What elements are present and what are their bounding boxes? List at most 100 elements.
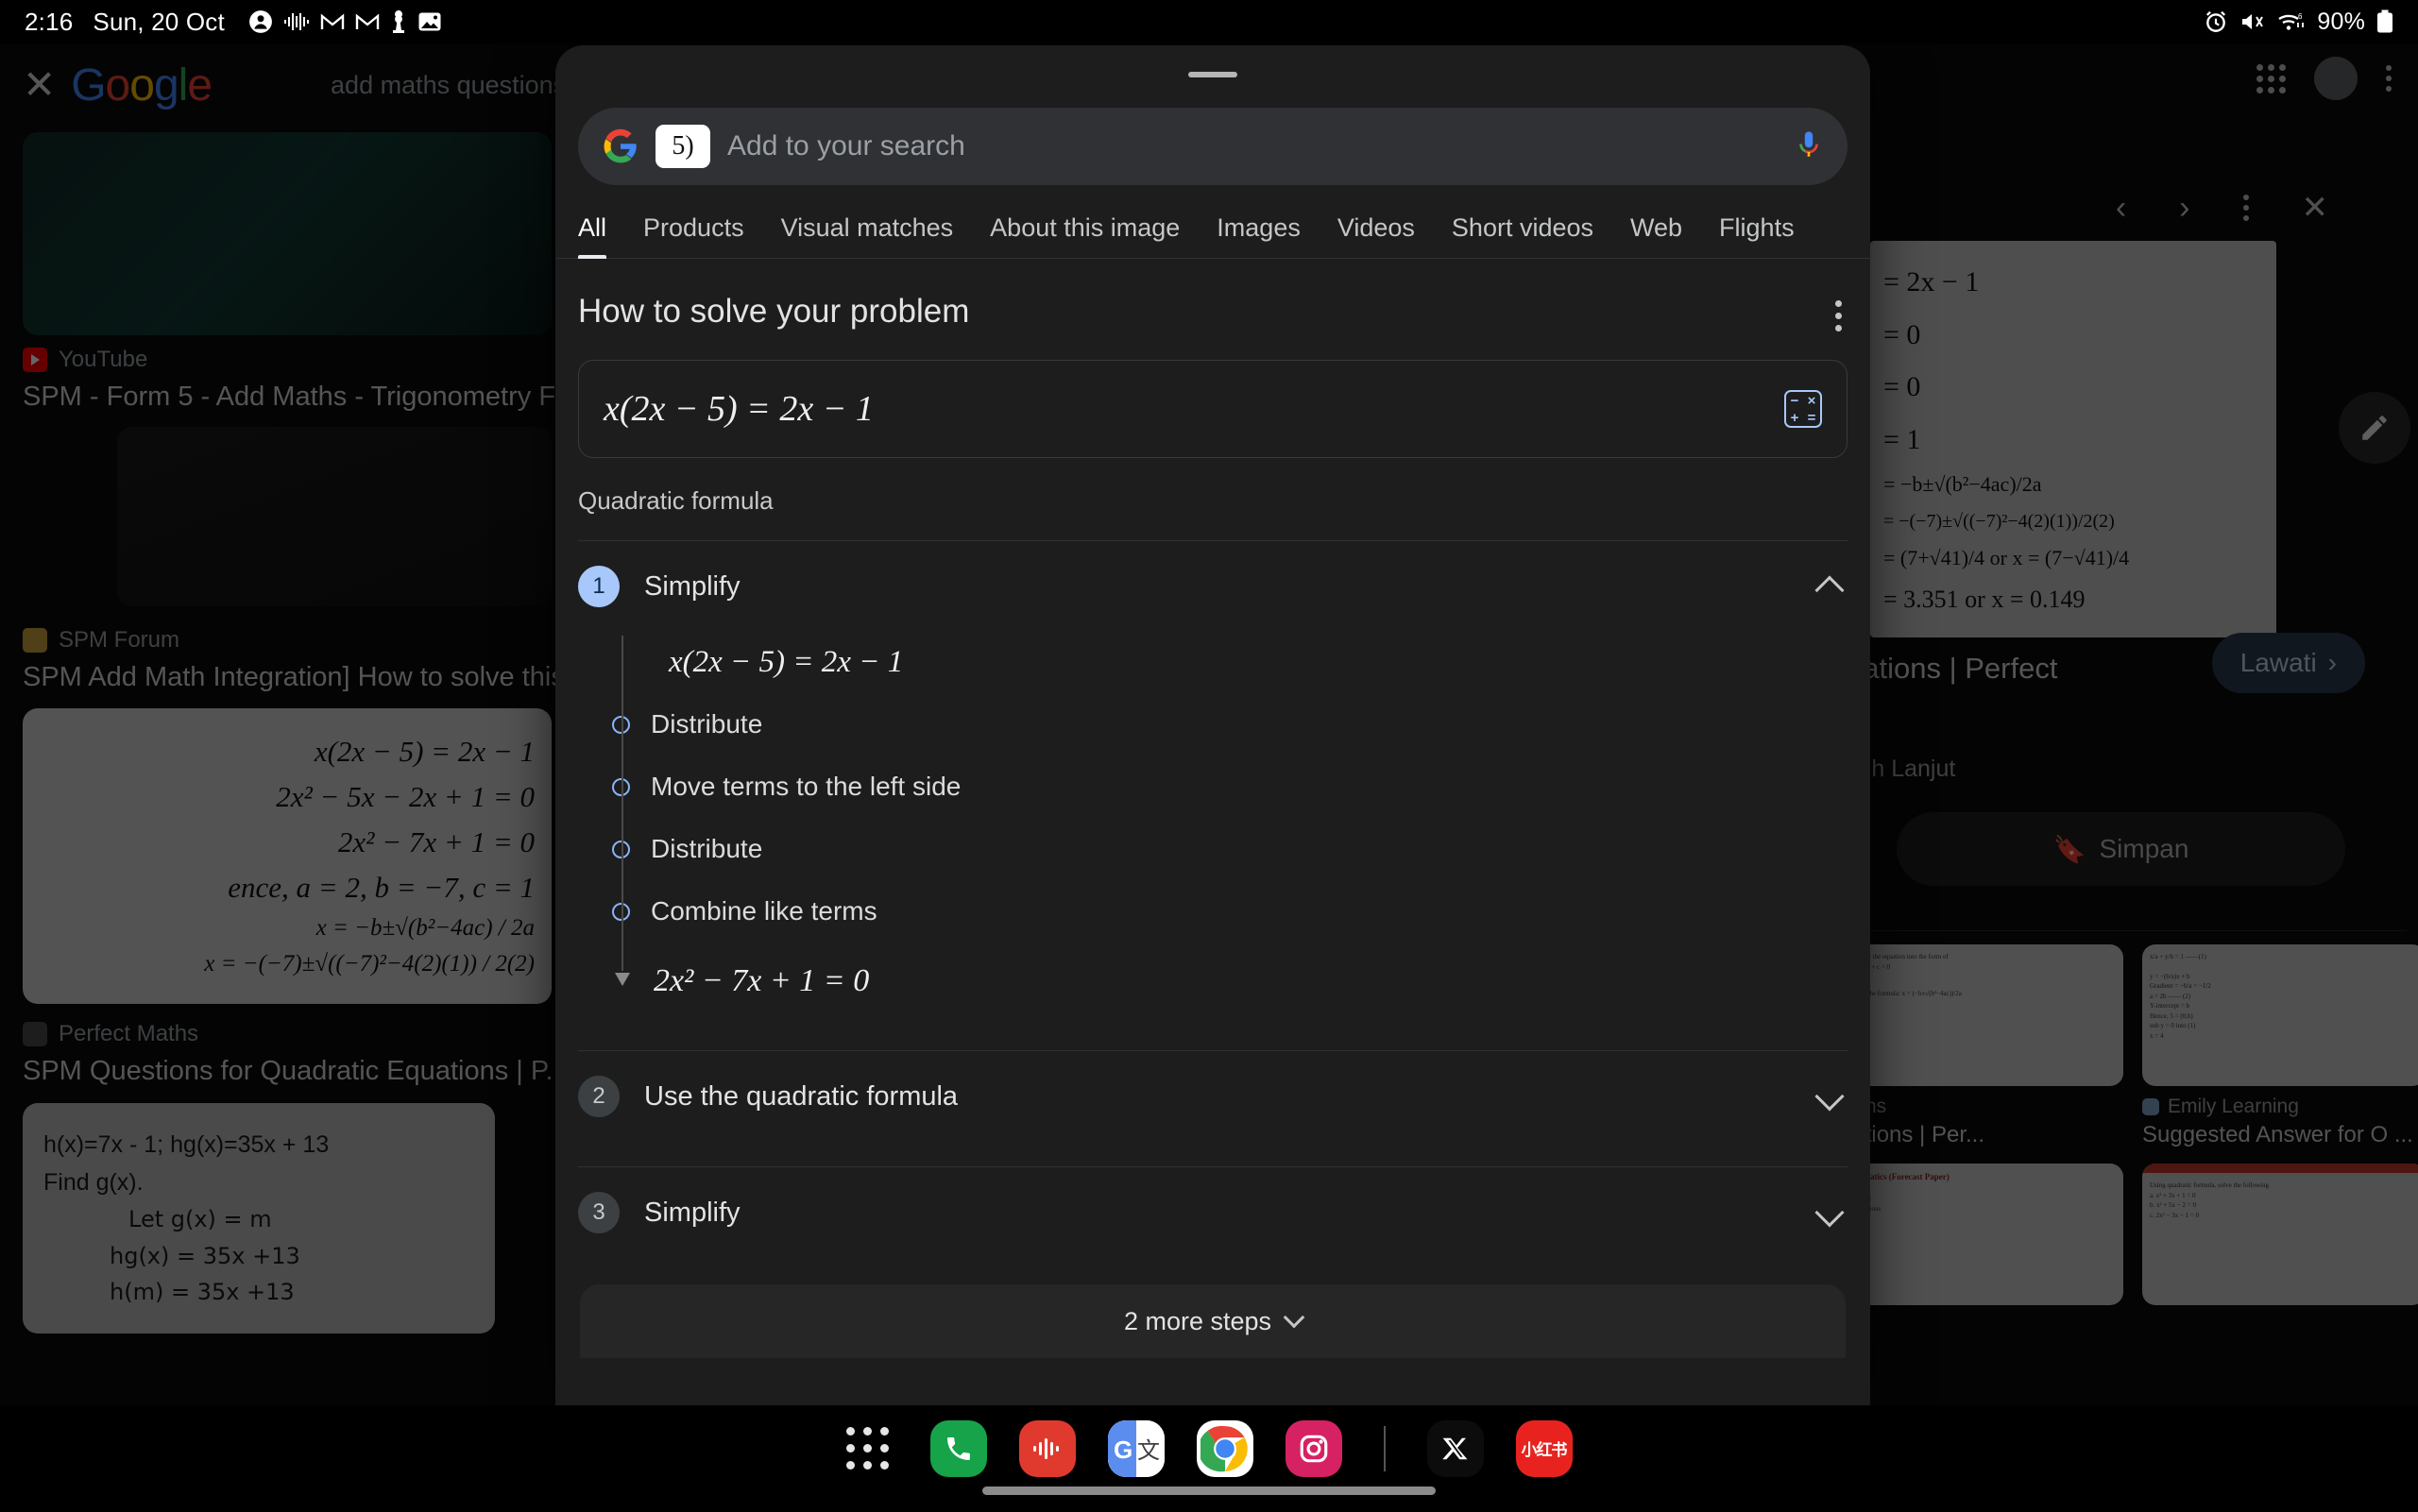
- timeline-connector: [615, 636, 630, 986]
- thumbnail-card[interactable]: Using quadratic formula, solve the follo…: [2142, 1164, 2418, 1305]
- more-steps-label: 2 more steps: [1123, 1306, 1272, 1335]
- tab-visual-matches[interactable]: Visual matches: [781, 213, 954, 258]
- apps-grid-icon[interactable]: [2256, 63, 2286, 93]
- drag-handle[interactable]: [1188, 72, 1237, 77]
- math-line: 2x² − 7x + 1 = 0: [337, 824, 535, 858]
- chevron-up-icon[interactable]: [1814, 575, 1845, 605]
- thumbnail-card[interactable]: x/a + y/b = 1 ——(1) y = −(b/a)x + b Grad…: [2142, 944, 2418, 1148]
- thumbnail-title[interactable]: uations | Per...: [1840, 1122, 2123, 1148]
- result-title[interactable]: SPM Add Math Integration] How to solve t…: [23, 660, 589, 694]
- math-line: x = −b±√(b²−4ac) / 2a: [315, 914, 535, 941]
- tab-all[interactable]: All: [578, 213, 607, 259]
- edit-fab[interactable]: [2339, 392, 2410, 464]
- tab-web[interactable]: Web: [1630, 213, 1682, 258]
- substep-label: Distribute: [651, 709, 763, 739]
- more-vert-icon[interactable]: [2386, 65, 2392, 92]
- thumbnail-card[interactable]: • onsider the equation into the form of …: [1840, 944, 2123, 1148]
- solution-card-header: How to solve your problem: [555, 259, 1870, 339]
- lens-bottom-sheet: 5) Add to your search All Products Visua…: [555, 45, 1870, 1405]
- step-row-3[interactable]: 3 Simplify: [555, 1167, 1870, 1258]
- search-query-text[interactable]: add maths questions: [331, 71, 566, 100]
- calculator-icon[interactable]: − × + =: [1784, 390, 1822, 428]
- equation-input[interactable]: x(2x − 5) = 2x − 1 − × + =: [578, 360, 1848, 458]
- chevron-down-icon[interactable]: [1814, 1081, 1845, 1112]
- navigation-pill[interactable]: [982, 1487, 1436, 1495]
- avatar[interactable]: [2314, 57, 2358, 100]
- google-translate-app-icon[interactable]: G 文: [1107, 1419, 1165, 1477]
- gmail-icon-2: [355, 12, 380, 31]
- result-item-perfect-maths[interactable]: Perfect Maths SPM Questions for Quadrati…: [23, 1021, 589, 1088]
- substep-row[interactable]: Distribute: [599, 818, 1848, 880]
- mute-icon: [2239, 10, 2266, 33]
- x-app-icon[interactable]: [1426, 1419, 1484, 1477]
- thumbnail-image: x/a + y/b = 1 ——(1) y = −(b/a)x + b Grad…: [2142, 944, 2418, 1086]
- more-vert-icon[interactable]: [2242, 195, 2249, 221]
- google-g-icon: [603, 128, 639, 164]
- step-number-badge: 3: [578, 1192, 620, 1233]
- tab-flights[interactable]: Flights: [1719, 213, 1795, 258]
- math-line: = −b±√(b²−4ac)/2a: [1883, 472, 2042, 496]
- handwriting-line: hg(x) = 35x +13: [110, 1242, 300, 1269]
- thumbnail-source: hs: [1840, 1096, 2123, 1118]
- phone-screen: ✕ Google add maths questions YouTube SPM…: [0, 0, 2418, 1512]
- close-icon[interactable]: ✕: [2302, 189, 2329, 227]
- apps-grid-icon[interactable]: [845, 1427, 889, 1470]
- xiaohongshu-app-icon[interactable]: 小红书: [1515, 1419, 1573, 1477]
- step-number-badge: 2: [578, 1076, 620, 1117]
- results-column: YouTube SPM - Form 5 - Add Maths - Trigo…: [23, 132, 589, 1334]
- google-header-actions: [2256, 57, 2392, 100]
- back-icon[interactable]: ‹: [2116, 190, 2126, 227]
- step-number-badge: 1: [578, 566, 620, 607]
- result-item-youtube[interactable]: YouTube SPM - Form 5 - Add Maths - Trigo…: [23, 132, 589, 414]
- substep-label: Distribute: [651, 834, 763, 863]
- tab-videos[interactable]: Videos: [1337, 213, 1415, 258]
- problem-line: Find g(x).: [43, 1169, 144, 1197]
- search-input[interactable]: Add to your search: [727, 130, 1778, 162]
- tab-bar: All Products Visual matches About this i…: [555, 185, 1870, 259]
- chevron-down-icon[interactable]: [1814, 1198, 1845, 1228]
- step-row-2[interactable]: 2 Use the quadratic formula: [555, 1051, 1870, 1142]
- math-line: x = −(−7)±√((−7)²−4(2)(1)) / 2(2): [204, 951, 535, 977]
- search-bar[interactable]: 5) Add to your search: [578, 108, 1848, 185]
- result-title[interactable]: SPM - Form 5 - Add Maths - Trigonometry …: [23, 380, 589, 414]
- thumbnail-image: • onsider the equation into the form of …: [1840, 944, 2123, 1086]
- right-panel-title[interactable]: uations | Perfect: [1847, 652, 2253, 686]
- recorder-app-icon[interactable]: [1018, 1419, 1076, 1477]
- tab-products[interactable]: Products: [643, 213, 744, 258]
- thumbnail-image: athematics (Forecast Paper) ction A 0 ma…: [1840, 1164, 2123, 1305]
- math-line: = 0: [1883, 371, 1921, 402]
- instagram-app-icon[interactable]: [1285, 1419, 1342, 1477]
- thumbnail-title[interactable]: Suggested Answer for O ...: [2142, 1122, 2418, 1148]
- substep-row[interactable]: Combine like terms: [599, 880, 1848, 943]
- step-label: Simplify: [644, 570, 741, 602]
- substep-row[interactable]: Move terms to the left side: [599, 756, 1848, 818]
- more-steps-button[interactable]: 2 more steps: [580, 1284, 1846, 1358]
- thumbnail-card[interactable]: athematics (Forecast Paper) ction A 0 ma…: [1840, 1164, 2123, 1305]
- substep-start-equation: x(2x − 5) = 2x − 1: [669, 645, 904, 679]
- chrome-app-icon[interactable]: [1196, 1419, 1253, 1477]
- result-item-forum[interactable]: SPM Forum SPM Add Math Integration] How …: [23, 627, 589, 694]
- phone-app-icon[interactable]: [929, 1419, 987, 1477]
- wifi-icon: 6: [2277, 10, 2306, 33]
- more-vert-icon[interactable]: [1828, 293, 1849, 339]
- bookmark-icon: 🔖: [2052, 834, 2086, 864]
- close-icon[interactable]: ✕: [23, 65, 56, 105]
- substep-row[interactable]: Distribute: [599, 693, 1848, 756]
- tab-about-this-image[interactable]: About this image: [990, 213, 1180, 258]
- tab-short-videos[interactable]: Short videos: [1452, 213, 1593, 258]
- forward-icon[interactable]: ›: [2179, 190, 2189, 227]
- forum-icon: [23, 628, 47, 654]
- result-title[interactable]: SPM Questions for Quadratic Equations | …: [23, 1054, 589, 1088]
- step-1-substeps: x(2x − 5) = 2x − 1 Distribute Move terms…: [599, 632, 1848, 1026]
- math-line: = 1: [1883, 423, 1921, 455]
- step-row-1[interactable]: 1 Simplify: [555, 541, 1870, 632]
- right-panel-math: = 2x − 1 = 0 = 0 = 1 = −b±√(b²−4ac)/2a =…: [1870, 241, 2276, 638]
- visit-button[interactable]: Lawati ›: [2211, 633, 2365, 693]
- tab-images[interactable]: Images: [1217, 213, 1301, 258]
- image-thumbnail[interactable]: 5): [656, 125, 710, 168]
- save-button[interactable]: 🔖 Simpan: [1897, 812, 2345, 886]
- microphone-icon[interactable]: [1795, 129, 1823, 163]
- result-source: SPM Forum: [23, 627, 589, 654]
- substep-label: Move terms to the left side: [651, 772, 962, 801]
- math-line: = 0: [1883, 318, 1921, 350]
